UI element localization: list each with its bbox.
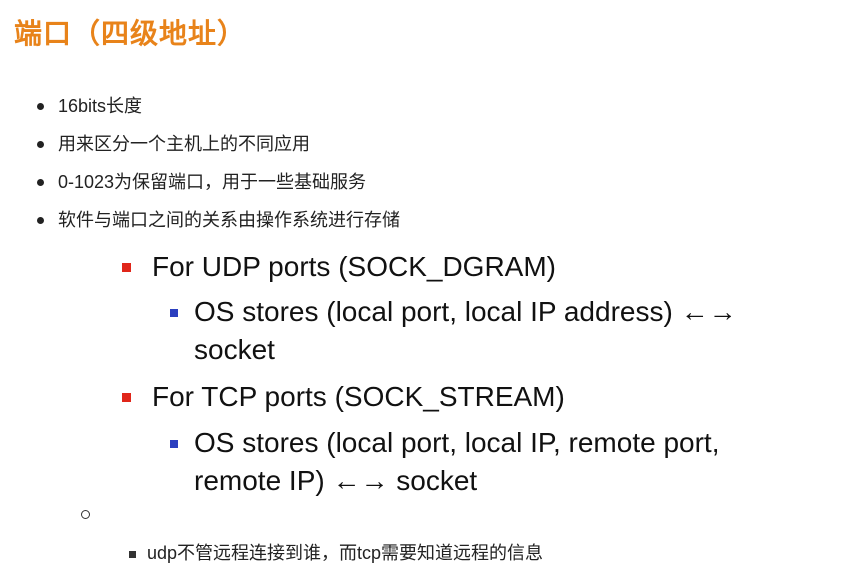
bullet-dot-icon [37, 103, 44, 110]
bullet-item-3: 0-1023为保留端口，用于一些基础服务 [37, 170, 367, 194]
bullet-dot-icon [37, 217, 44, 224]
tcp-heading: For TCP ports (SOCK_STREAM) [122, 378, 565, 416]
bullet-text: 软件与端口之间的关系由操作系统进行存储 [58, 210, 400, 230]
bullet-item-1: 16bits长度 [37, 94, 143, 118]
tcp-heading-text: For TCP ports (SOCK_STREAM) [152, 381, 565, 412]
udp-heading: For UDP ports (SOCK_DGRAM) [122, 248, 556, 286]
udp-detail-line1: OS stores (local port, local IP address)… [194, 296, 737, 327]
bullet-text: 16bits长度 [58, 96, 143, 116]
bullet-dot-icon [37, 141, 44, 148]
red-square-icon [122, 393, 131, 402]
tcp-detail: OS stores (local port, local IP, remote … [170, 424, 834, 500]
bullet-text: 用来区分一个主机上的不同应用 [58, 134, 310, 154]
udp-detail-line2: socket [194, 334, 275, 365]
note-text: udp不管远程连接到谁，而tcp需要知道远程的信息 [147, 543, 544, 563]
tcp-detail-line1: OS stores (local port, local IP, remote … [194, 427, 720, 458]
blue-square-icon [170, 309, 178, 317]
page-title: 端口（四级地址） [14, 18, 247, 49]
bullet-text: 0-1023为保留端口，用于一些基础服务 [58, 172, 367, 192]
hollow-circle-icon [81, 510, 90, 519]
bullet-dot-icon [37, 179, 44, 186]
red-square-icon [122, 263, 131, 272]
bullet-item-4: 软件与端口之间的关系由操作系统进行存储 [37, 208, 400, 232]
udp-heading-text: For UDP ports (SOCK_DGRAM) [152, 251, 556, 282]
udp-detail: OS stores (local port, local IP address)… [170, 293, 834, 369]
bullet-item-2: 用来区分一个主机上的不同应用 [37, 132, 310, 156]
small-square-icon [129, 551, 136, 558]
blue-square-icon [170, 440, 178, 448]
tcp-detail-line2: remote IP) ←→ socket [194, 465, 478, 496]
